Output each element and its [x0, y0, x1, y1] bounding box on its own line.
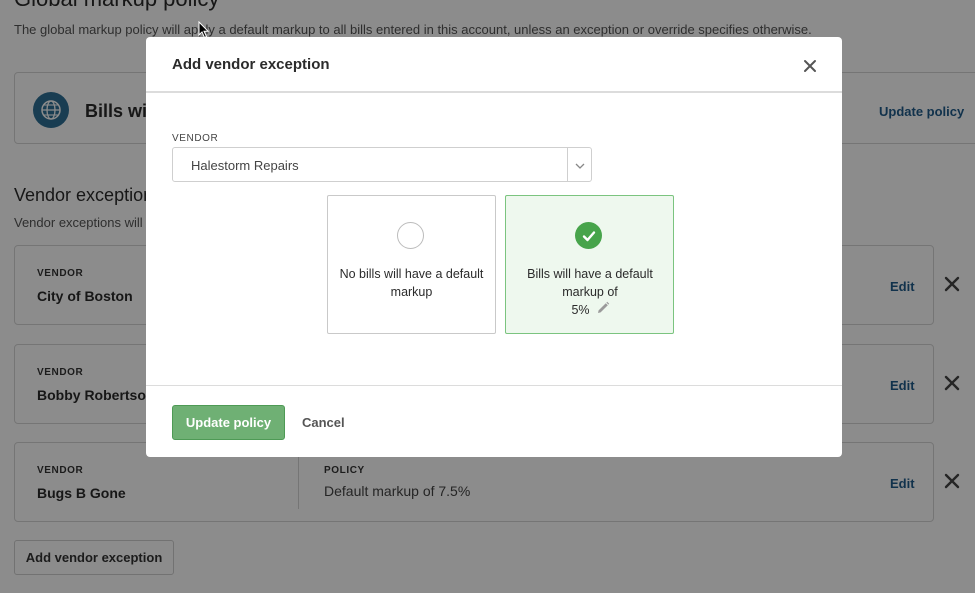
add-vendor-exception-modal: Add vendor exception VENDOR Halestorm Re… — [146, 37, 842, 457]
cancel-link[interactable]: Cancel — [302, 415, 345, 430]
close-icon[interactable] — [803, 59, 817, 73]
option-no-markup[interactable]: No bills will have a default markup — [327, 195, 496, 334]
update-policy-button[interactable]: Update policy — [172, 405, 285, 440]
markup-value: 5% — [571, 302, 590, 317]
vendor-select-value: Halestorm Repairs — [191, 158, 299, 173]
markup-value-row: 5% — [506, 301, 675, 318]
option-no-markup-label: No bills will have a default markup — [339, 267, 484, 299]
footer-divider — [146, 385, 842, 386]
option-default-markup[interactable]: Bills will have a default markup of 5% — [505, 195, 674, 334]
radio-unchecked-icon — [397, 222, 424, 249]
modal-title: Add vendor exception — [172, 56, 330, 73]
option-default-markup-label: Bills will have a default markup of — [527, 267, 653, 299]
mouse-cursor-icon — [198, 20, 210, 39]
vendor-field-label: VENDOR — [172, 133, 219, 144]
select-separator — [567, 148, 568, 181]
vendor-select[interactable]: Halestorm Repairs — [172, 147, 592, 182]
pencil-icon[interactable] — [596, 301, 610, 318]
chevron-down-icon[interactable] — [574, 159, 586, 171]
modal-header: Add vendor exception — [146, 37, 842, 93]
check-icon — [575, 222, 602, 249]
